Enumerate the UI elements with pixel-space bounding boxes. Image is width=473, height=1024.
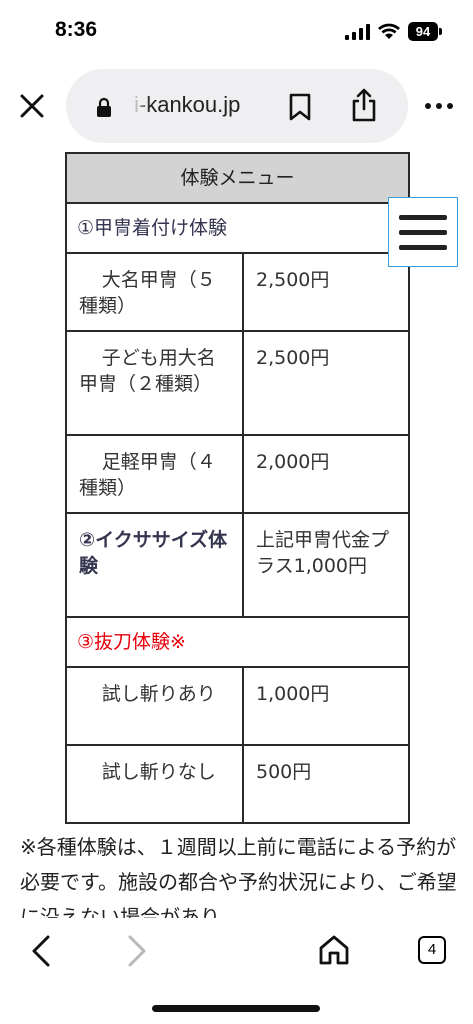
table-row: 子ども用大名甲冑（２種類） 2,500円 <box>65 330 411 436</box>
item-price: 上記甲冑代金プラス1,000円 <box>241 512 411 618</box>
more-options-icon[interactable] <box>424 96 454 116</box>
table-row: 試し斬りなし 500円 <box>65 744 411 824</box>
item-price: 2,500円 <box>241 252 411 332</box>
home-indicator <box>152 1005 320 1012</box>
bookmark-icon[interactable] <box>288 93 312 121</box>
cellular-signal-icon <box>345 24 370 40</box>
item-name: 試し斬りなし <box>65 744 244 824</box>
page-content: 体験メニュー ①甲冑着付け体験 大名甲冑（５種類） 2,500円 子ども用大名甲… <box>0 150 473 918</box>
forward-arrow-icon[interactable] <box>124 934 150 968</box>
table-header: 体験メニュー <box>64 152 411 204</box>
status-time: 8:36 <box>55 18 98 41</box>
reservation-note: ※各種体験は、１週間以上前に電話による予約が必要です。施設の都合や予約状況により… <box>20 835 457 918</box>
item-name: 足軽甲冑（４種類） <box>65 434 244 514</box>
item-name: 子ども用大名甲冑（２種類） <box>65 330 244 436</box>
section-kacchu-title: ①甲冑着付け体験 <box>64 202 411 254</box>
table-row: 大名甲冑（５種類） 2,500円 <box>65 252 411 332</box>
item-price: 2,000円 <box>241 434 411 514</box>
item-price: 1,000円 <box>241 666 411 746</box>
experience-menu-table: 体験メニュー ①甲冑着付け体験 大名甲冑（５種類） 2,500円 子ども用大名甲… <box>64 152 411 824</box>
browser-toolbar: i-kankou.jp <box>0 62 473 150</box>
share-icon[interactable] <box>350 87 378 123</box>
wifi-icon <box>378 23 400 39</box>
tabs-count-button[interactable]: 4 <box>418 936 446 964</box>
battery-level: 94 <box>408 22 438 41</box>
home-icon[interactable] <box>318 934 350 966</box>
battery-cap <box>439 28 442 35</box>
section-exercise-title: ②イクササイズ体験 <box>65 512 244 618</box>
item-price: 500円 <box>241 744 411 824</box>
section-battou-title: ③抜刀体験※ <box>64 616 411 668</box>
menu-bar-line <box>399 215 447 220</box>
address-bar[interactable]: i-kankou.jp <box>66 69 408 143</box>
status-bar: 8:36 94 <box>0 0 473 62</box>
bottom-toolbar: 4 <box>0 918 473 1024</box>
lock-icon <box>97 97 111 117</box>
table-row: ②イクササイズ体験 上記甲冑代金プラス1,000円 <box>65 512 411 618</box>
close-icon[interactable] <box>18 92 46 120</box>
table-row: 試し斬りあり 1,000円 <box>65 666 411 746</box>
item-name: 試し斬りあり <box>65 666 244 746</box>
table-row: 足軽甲冑（４種類） 2,000円 <box>65 434 411 514</box>
menu-bar-line <box>399 230 447 235</box>
back-arrow-icon[interactable] <box>28 934 54 968</box>
url-fade <box>132 87 150 125</box>
item-price: 2,500円 <box>241 330 411 436</box>
item-name: 大名甲冑（５種類） <box>65 252 244 332</box>
menu-bar-line <box>399 245 447 250</box>
hamburger-menu-icon[interactable] <box>388 197 458 267</box>
